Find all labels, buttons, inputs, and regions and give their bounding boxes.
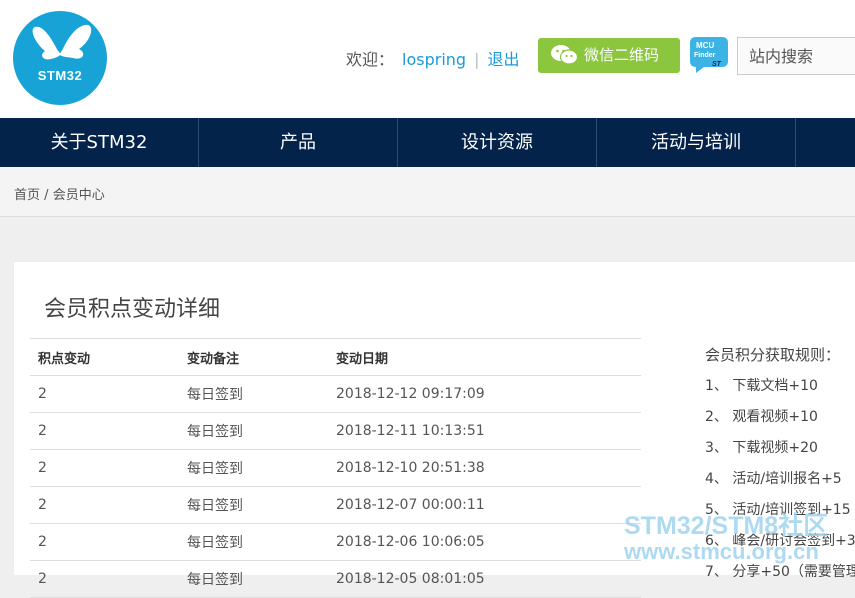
table-row: 2 每日签到 2018-12-06 10:06:05 xyxy=(30,523,641,561)
rule-item: 2、 观看视频+10 xyxy=(705,409,818,425)
main-nav: 关于STM32 产品 设计资源 活动与培训 xyxy=(0,118,855,167)
breadcrumb-bar: 首页 / 会员中心 xyxy=(0,167,855,217)
wechat-icon xyxy=(551,45,578,65)
cell-date: 2018-12-10 20:51:38 xyxy=(328,449,641,487)
cell-points: 2 xyxy=(30,560,179,598)
cell-date: 2018-12-11 10:13:51 xyxy=(328,412,641,450)
mcu-finder-top: MCU xyxy=(696,41,714,50)
cell-date: 2018-12-07 00:00:11 xyxy=(328,486,641,524)
cell-points: 2 xyxy=(30,486,179,524)
wechat-qrcode-button[interactable]: 微信二维码 xyxy=(538,38,680,73)
points-table-wrap: 积点变动 变动备注 变动日期 2 每日签到 2018-12-12 09:17:0… xyxy=(30,338,641,598)
logo-text: STM32 xyxy=(37,68,83,83)
points-table: 积点变动 变动备注 变动日期 2 每日签到 2018-12-12 09:17:0… xyxy=(30,338,641,598)
table-row: 2 每日签到 2018-12-07 00:00:11 xyxy=(30,486,641,524)
cell-points: 2 xyxy=(30,449,179,487)
cell-note: 每日签到 xyxy=(179,486,328,524)
svg-text:ST: ST xyxy=(712,61,722,68)
nav-item-about[interactable]: 关于STM32 xyxy=(0,118,199,167)
rules-title: 会员积分获取规则： xyxy=(705,346,841,364)
mcu-finder-bottom: Finder xyxy=(694,52,716,59)
welcome-label: 欢迎： xyxy=(346,50,395,69)
col-header-points: 积点变动 xyxy=(30,338,179,376)
cell-points: 2 xyxy=(30,412,179,450)
site-watermark: STM32/STM8社区 www.stmcu.org.cn xyxy=(624,514,828,563)
nav-item-more[interactable] xyxy=(796,118,836,167)
page-title: 会员积点变动详细 xyxy=(44,297,221,322)
cell-note: 每日签到 xyxy=(179,412,328,450)
breadcrumb: 首页 / 会员中心 xyxy=(14,184,105,203)
table-row: 2 每日签到 2018-12-10 20:51:38 xyxy=(30,449,641,487)
search-input[interactable] xyxy=(738,38,855,74)
welcome-separator: | xyxy=(474,50,480,69)
watermark-line1: STM32/STM8社区 xyxy=(624,512,829,540)
table-header-row: 积点变动 变动备注 变动日期 xyxy=(30,338,641,376)
cell-date: 2018-12-12 09:17:09 xyxy=(328,375,641,413)
cell-note: 每日签到 xyxy=(179,523,328,561)
cell-note: 每日签到 xyxy=(179,375,328,413)
mcu-finder-icon[interactable]: MCU Finder ST xyxy=(690,37,728,73)
cell-note: 每日签到 xyxy=(179,560,328,598)
rule-item: 3、 下载视频+20 xyxy=(705,440,818,456)
nav-item-design-resources[interactable]: 设计资源 xyxy=(398,118,597,167)
search-box xyxy=(737,37,855,75)
cell-date: 2018-12-06 10:06:05 xyxy=(328,523,641,561)
breadcrumb-current[interactable]: 会员中心 xyxy=(53,188,105,203)
rule-item: 1、 下载文档+10 xyxy=(705,378,818,394)
watermark-line2: www.stmcu.org.cn xyxy=(624,539,819,564)
logout-link[interactable]: 退出 xyxy=(487,50,519,69)
cell-points: 2 xyxy=(30,523,179,561)
site-header: STM32 欢迎： lospring | 退出 微信二维码 MCU Finder ST xyxy=(0,0,855,118)
cell-date: 2018-12-05 08:01:05 xyxy=(328,560,641,598)
welcome-area: 欢迎： lospring | 退出 xyxy=(346,46,519,70)
username-link[interactable]: lospring xyxy=(402,50,466,69)
breadcrumb-separator: / xyxy=(44,188,49,203)
rule-item: 4、 活动/培训报名+5 xyxy=(705,471,842,487)
nav-item-products[interactable]: 产品 xyxy=(199,118,398,167)
col-header-note: 变动备注 xyxy=(179,338,328,376)
table-row: 2 每日签到 2018-12-11 10:13:51 xyxy=(30,412,641,450)
wechat-label: 微信二维码 xyxy=(584,46,660,64)
stm32-logo[interactable]: STM32 xyxy=(13,11,107,105)
col-header-date: 变动日期 xyxy=(328,338,641,376)
cell-note: 每日签到 xyxy=(179,449,328,487)
table-row: 2 每日签到 2018-12-05 08:01:05 xyxy=(30,560,641,598)
breadcrumb-home[interactable]: 首页 xyxy=(14,188,40,203)
cell-points: 2 xyxy=(30,375,179,413)
nav-item-events-training[interactable]: 活动与培训 xyxy=(597,118,796,167)
table-row: 2 每日签到 2018-12-12 09:17:09 xyxy=(30,375,641,413)
butterfly-icon xyxy=(32,24,92,60)
rule-item: 7、 分享+50（需要管理 xyxy=(705,564,855,580)
